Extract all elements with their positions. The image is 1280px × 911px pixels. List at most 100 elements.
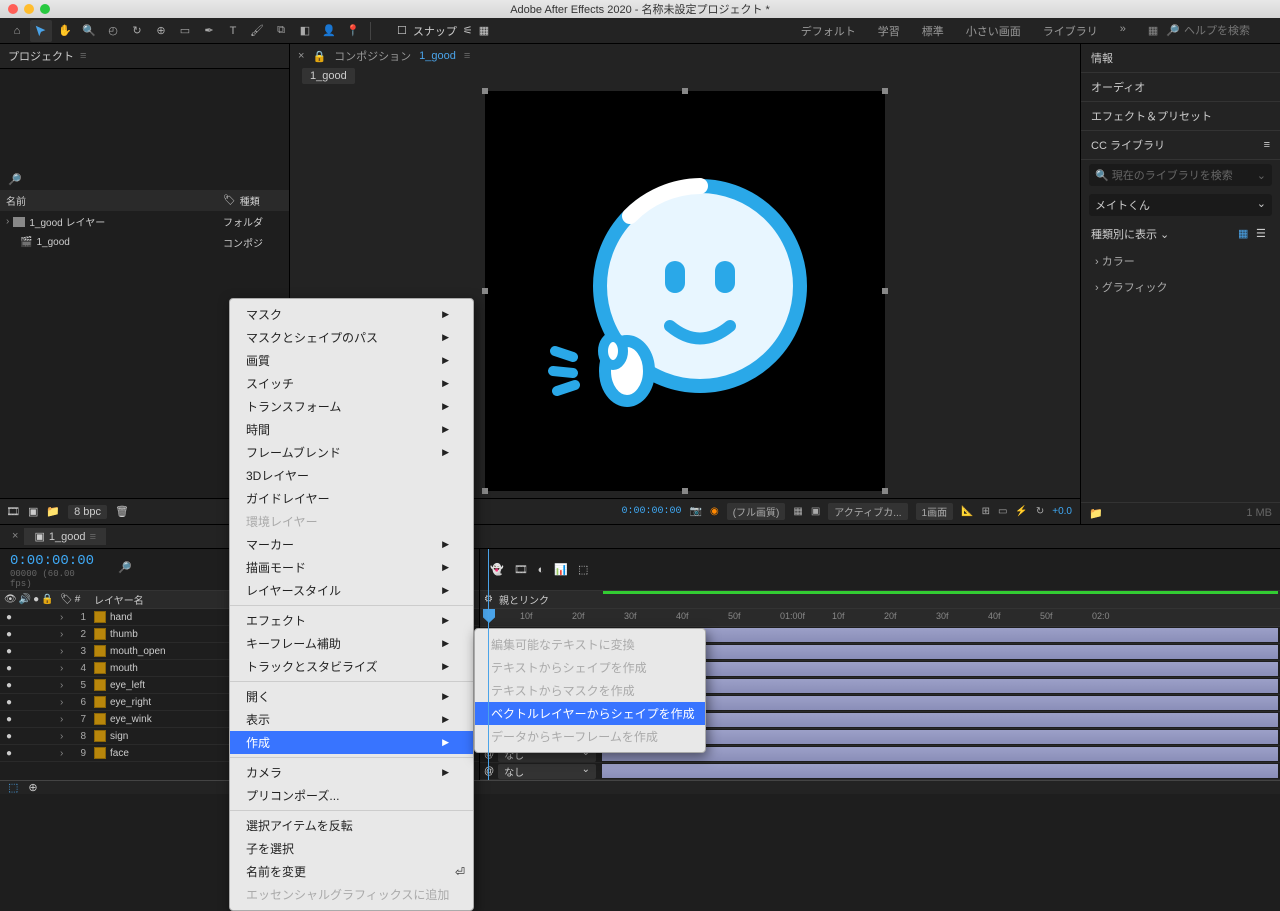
workspace-default[interactable]: デフォルト (801, 23, 856, 39)
motion-blur-icon[interactable]: ◐ (538, 564, 545, 576)
new-folder-icon[interactable]: 📁 (46, 505, 60, 518)
visibility-toggle[interactable]: ● (0, 714, 18, 725)
time-ruler[interactable]: 10f20f30f40f50f01:00f10f20f30f40f50f02:0 (480, 609, 1280, 627)
exposure-value[interactable]: +0.0 (1052, 506, 1072, 517)
zoom-tool-icon[interactable]: 🔍 (78, 20, 100, 42)
info-panel-tab[interactable]: 情報 (1081, 44, 1280, 73)
menu-item[interactable]: 作成▶ (230, 731, 473, 754)
layer-duration-bar[interactable] (602, 764, 1278, 778)
current-timecode[interactable]: 0:00:00:00 (10, 553, 100, 569)
flowchart-tab[interactable]: 1_good (302, 68, 355, 84)
frame-blend-icon[interactable]: 🎞 (514, 563, 528, 576)
parent-dropdown[interactable]: なし⌄ (498, 764, 596, 779)
expand-icon[interactable]: › (60, 714, 72, 725)
eraser-tool-icon[interactable]: ◧ (294, 20, 316, 42)
menu-item[interactable]: 時間▶ (230, 418, 473, 441)
refresh-icon[interactable]: ↻ (1036, 506, 1044, 517)
layer-color-swatch[interactable] (94, 628, 106, 640)
expand-icon[interactable]: › (60, 629, 72, 640)
visibility-toggle[interactable]: ● (0, 612, 18, 623)
project-tab[interactable]: プロジェクト (8, 48, 74, 64)
library-item-color[interactable]: › カラー (1081, 248, 1280, 274)
menu-item[interactable]: ガイドレイヤー (230, 487, 473, 510)
orbit-tool-icon[interactable]: ◴ (102, 20, 124, 42)
visibility-toggle[interactable]: ● (0, 731, 18, 742)
help-search[interactable]: 🔎 (1166, 24, 1274, 37)
submenu-item[interactable]: ベクトルレイヤーからシェイプを作成 (475, 702, 705, 725)
menu-item[interactable]: 名前を変更⏎ (230, 860, 473, 883)
selection-tool-icon[interactable] (30, 20, 52, 42)
menu-item[interactable]: 子を選択 (230, 837, 473, 860)
lock-col-icon[interactable]: 🔒 (41, 594, 53, 605)
snap-grid-icon[interactable]: ▦ (479, 24, 489, 37)
visibility-toggle[interactable]: ● (0, 680, 18, 691)
menu-item[interactable]: プリコンポーズ... (230, 784, 473, 807)
layer-color-swatch[interactable] (94, 713, 106, 725)
layer-color-swatch[interactable] (94, 611, 106, 623)
expand-icon[interactable]: › (60, 680, 72, 691)
expand-icon[interactable]: › (60, 748, 72, 759)
interpret-icon[interactable]: 🎞 (6, 505, 20, 518)
library-item-graphic[interactable]: › グラフィック (1081, 274, 1280, 300)
project-row-comp[interactable]: 🎬1_good コンポジ (0, 232, 289, 253)
menu-item[interactable]: 開く▶ (230, 685, 473, 708)
layer-color-swatch[interactable] (94, 747, 106, 759)
col-type[interactable]: 種類 (240, 193, 260, 208)
cc-libraries-tab[interactable]: CC ライブラリ (1091, 137, 1165, 153)
expand-icon[interactable]: › (60, 612, 72, 623)
menu-item[interactable]: 3Dレイヤー (230, 464, 473, 487)
text-tool-icon[interactable]: T (222, 20, 244, 42)
channels-icon[interactable]: ◉ (710, 506, 719, 517)
library-dropdown[interactable]: メイトくん⌄ (1089, 194, 1272, 216)
track-row[interactable]: @なし⌄ (480, 763, 1280, 780)
rotate-tool-icon[interactable]: ↻ (126, 20, 148, 42)
grid-icon[interactable]: ⊞ (982, 506, 990, 517)
lib-folder-icon[interactable]: 📁 (1089, 507, 1103, 520)
effects-panel-tab[interactable]: エフェクト＆プリセット (1081, 102, 1280, 131)
menu-item[interactable]: レイヤースタイル▶ (230, 579, 473, 602)
layer-color-swatch[interactable] (94, 679, 106, 691)
expand-icon[interactable]: › (60, 731, 72, 742)
project-row-folder[interactable]: ›1_good レイヤー フォルダ (0, 211, 289, 232)
toggle-switches-icon[interactable]: ⬚ (8, 781, 18, 794)
brush-tool-icon[interactable]: 🖌 (246, 20, 268, 42)
help-search-input[interactable] (1184, 25, 1274, 37)
menu-item[interactable]: 画質▶ (230, 349, 473, 372)
comp-name-link[interactable]: 1_good (419, 50, 456, 62)
minimize-window-icon[interactable] (24, 4, 34, 14)
maximize-window-icon[interactable] (40, 4, 50, 14)
layer-color-swatch[interactable] (94, 645, 106, 657)
bpc-label[interactable]: 8 bpc (68, 505, 107, 519)
guides-icon[interactable]: 📐 (961, 506, 973, 517)
solo-col-icon[interactable]: ● (33, 594, 39, 605)
visibility-toggle[interactable]: ● (0, 697, 18, 708)
snap-options-icon[interactable]: ⚟ (463, 24, 473, 37)
close-window-icon[interactable] (8, 4, 18, 14)
roto-tool-icon[interactable]: 👤 (318, 20, 340, 42)
snapshot-icon[interactable]: 📷 (690, 506, 702, 517)
panel-menu-icon[interactable]: ≡ (1264, 139, 1270, 151)
menu-item[interactable]: マスクとシェイプのパス▶ (230, 326, 473, 349)
menu-item[interactable]: 表示▶ (230, 708, 473, 731)
expand-icon[interactable]: › (60, 697, 72, 708)
draft-3d-icon[interactable]: ⬚ (578, 563, 588, 576)
audio-col-icon[interactable]: 🔊 (19, 594, 31, 605)
shy-icon[interactable]: 👻 (490, 563, 504, 576)
layer-color-swatch[interactable] (94, 730, 106, 742)
clone-tool-icon[interactable]: ⧉ (270, 20, 292, 42)
grid-view-icon[interactable]: ▦ (1238, 227, 1252, 241)
visibility-toggle[interactable]: ● (0, 663, 18, 674)
expand-icon[interactable]: › (60, 646, 72, 657)
col-name[interactable]: 名前 (6, 193, 223, 208)
fast-preview-icon[interactable]: ⚡ (1015, 506, 1027, 517)
lock-icon[interactable]: 🔒 (312, 50, 326, 63)
project-search[interactable]: 🔎 (0, 169, 289, 190)
anchor-tool-icon[interactable]: ⊕ (150, 20, 172, 42)
sync-icon[interactable]: ▦ (1148, 24, 1158, 37)
library-search[interactable]: 🔍 現在のライブラリを検索⌄ (1089, 164, 1272, 186)
visibility-toggle[interactable]: ● (0, 646, 18, 657)
filter-label[interactable]: 種類別に表示 (1091, 229, 1157, 241)
pixel-aspect-icon[interactable]: ▭ (998, 506, 1007, 517)
visibility-toggle[interactable]: ● (0, 748, 18, 759)
menu-item[interactable]: 選択アイテムを反転 (230, 814, 473, 837)
